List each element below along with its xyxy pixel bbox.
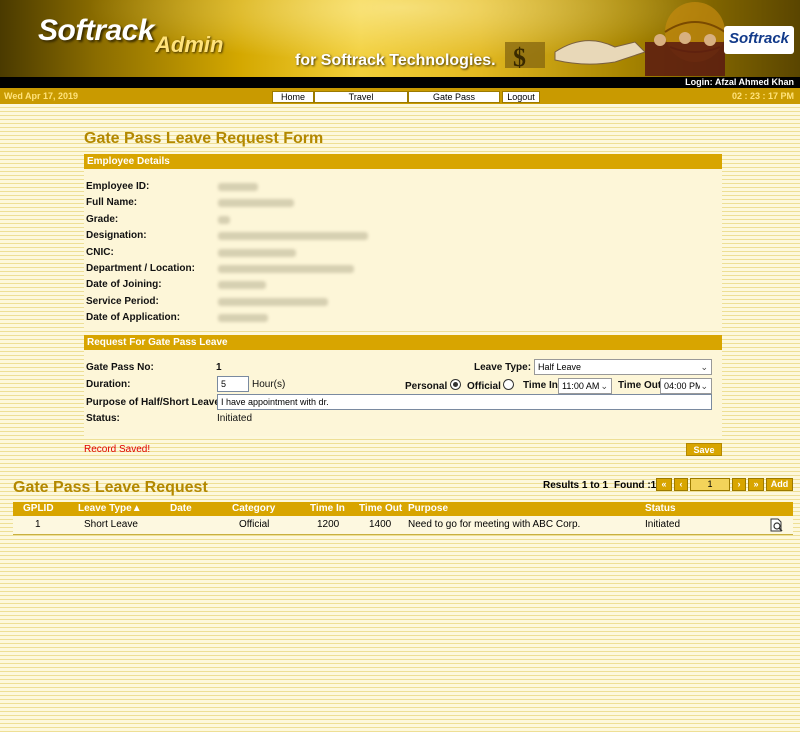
table-header: GPLID Leave Type▲ Date Category Time In … (13, 502, 793, 516)
gate-pass-no-value: 1 (216, 362, 222, 373)
time-out-selected: 04:00 PM (664, 381, 703, 391)
service-period-label: Service Period: (86, 296, 159, 307)
nav-logout-button[interactable]: Logout (502, 91, 540, 103)
prev-page-icon[interactable]: ‹ (674, 478, 688, 491)
found-count: Found :1 (614, 480, 657, 491)
date-of-joining-value (218, 281, 266, 289)
department-label: Department / Location: (86, 263, 195, 274)
date-of-joining-label: Date of Joining: (86, 279, 162, 290)
company-tagline: for Softrack Technologies. (295, 52, 496, 69)
request-section-header: Request For Gate Pass Leave (84, 335, 722, 350)
request-panel: Gate Pass No: 1 Leave Type: Half Leave ⌄… (84, 350, 722, 436)
login-info: Login: Afzal Ahmed Khan (0, 77, 800, 88)
time-out-label: Time Out (618, 380, 662, 391)
cell-gplid: 1 (35, 519, 41, 530)
col-purpose[interactable]: Purpose (408, 503, 448, 514)
col-time-in[interactable]: Time In (310, 503, 345, 514)
nav-gate-pass-button[interactable]: Gate Pass (408, 91, 500, 103)
chevron-down-icon: ⌄ (700, 379, 708, 393)
next-page-icon[interactable]: › (732, 478, 746, 491)
grade-label: Grade: (86, 214, 119, 225)
header-banner: Softrack Admin for Softrack Technologies… (0, 0, 800, 77)
record-saved-message: Record Saved! (84, 444, 151, 455)
leave-type-select[interactable]: Half Leave ⌄ (534, 359, 712, 375)
employee-details-header: Employee Details (84, 154, 722, 169)
col-time-out[interactable]: Time Out (359, 503, 402, 514)
employee-details-panel: Employee ID: Full Name: Grade: Designati… (84, 169, 722, 331)
employee-id-label: Employee ID: (86, 181, 150, 192)
chevron-down-icon: ⌄ (700, 362, 708, 372)
svg-text:$: $ (513, 43, 526, 72)
cell-status: Initiated (645, 519, 681, 530)
col-gplid[interactable]: GPLID (23, 503, 54, 514)
leave-type-label: Leave Type: (474, 362, 532, 373)
corner-logo: Softrack (724, 26, 794, 54)
handshake-illustration: $ (505, 2, 725, 76)
col-category[interactable]: Category (232, 503, 275, 514)
list-title: Gate Pass Leave Request (13, 479, 208, 496)
date-of-application-value (218, 314, 268, 322)
first-page-icon[interactable]: « (656, 478, 672, 491)
leave-type-selected: Half Leave (538, 362, 582, 372)
last-page-icon[interactable]: » (748, 478, 764, 491)
department-value (218, 265, 354, 273)
table-divider (13, 534, 793, 535)
duration-unit: Hour(s) (252, 379, 286, 390)
designation-value (218, 232, 368, 240)
time-in-selected: 11:00 AM (562, 381, 600, 391)
current-date: Wed Apr 17, 2019 (4, 91, 79, 101)
designation-label: Designation: (86, 230, 147, 241)
personal-label: Personal (405, 381, 448, 392)
form-title: Gate Pass Leave Request Form (84, 130, 324, 147)
cnic-value (218, 249, 296, 257)
page-input[interactable]: 1 (690, 478, 730, 491)
grade-value (218, 216, 230, 224)
cnic-label: CNIC: (86, 247, 114, 258)
cell-time-out: 1400 (369, 519, 392, 530)
col-status[interactable]: Status (645, 503, 676, 514)
col-leave-type[interactable]: Leave Type▲ (78, 503, 142, 514)
official-radio[interactable] (503, 379, 514, 390)
date-of-application-label: Date of Application: (86, 312, 181, 323)
chevron-down-icon: ⌄ (600, 381, 608, 391)
duration-label: Duration: (86, 379, 131, 390)
service-period-value (218, 298, 328, 306)
cell-leave-type: Short Leave (84, 519, 138, 530)
employee-id-value (218, 183, 258, 191)
view-details-icon[interactable] (769, 518, 783, 532)
personal-radio[interactable] (450, 379, 461, 390)
cell-time-in: 1200 (317, 519, 340, 530)
cell-category: Official (239, 519, 270, 530)
gate-pass-no-label: Gate Pass No: (86, 362, 154, 373)
status-label: Status: (86, 413, 120, 424)
add-button[interactable]: Add (766, 478, 793, 491)
table-row[interactable]: 1 Short Leave Official 1200 1400 Need to… (13, 516, 793, 534)
status-value: Initiated (217, 413, 253, 424)
duration-input[interactable]: 5 (217, 376, 249, 392)
full-name-label: Full Name: (86, 197, 138, 208)
results-count: Results 1 to 1 (543, 480, 609, 491)
time-in-select[interactable]: 11:00 AM ⌄ (558, 378, 612, 394)
purpose-input[interactable]: I have appointment with dr. (217, 394, 712, 410)
time-out-select[interactable]: 04:00 PM ⌄ (660, 378, 712, 394)
nav-travel-button[interactable]: Travel (314, 91, 408, 103)
save-button[interactable]: Save (686, 443, 722, 456)
time-in-label: Time In (523, 380, 558, 391)
official-label: Official (467, 381, 501, 392)
current-time: 02 : 23 : 17 PM (731, 91, 794, 101)
nav-home-button[interactable]: Home (272, 91, 314, 103)
nav-bar: Wed Apr 17, 2019 Home Travel Gate Pass L… (0, 88, 800, 104)
app-logo: Softrack (38, 14, 155, 47)
full-name-value (218, 199, 294, 207)
purpose-label: Purpose of Half/Short Leave: (86, 397, 224, 408)
app-logo-suffix: Admin (155, 32, 224, 57)
col-date[interactable]: Date (170, 503, 192, 514)
cell-purpose: Need to go for meeting with ABC Corp. (408, 519, 581, 530)
